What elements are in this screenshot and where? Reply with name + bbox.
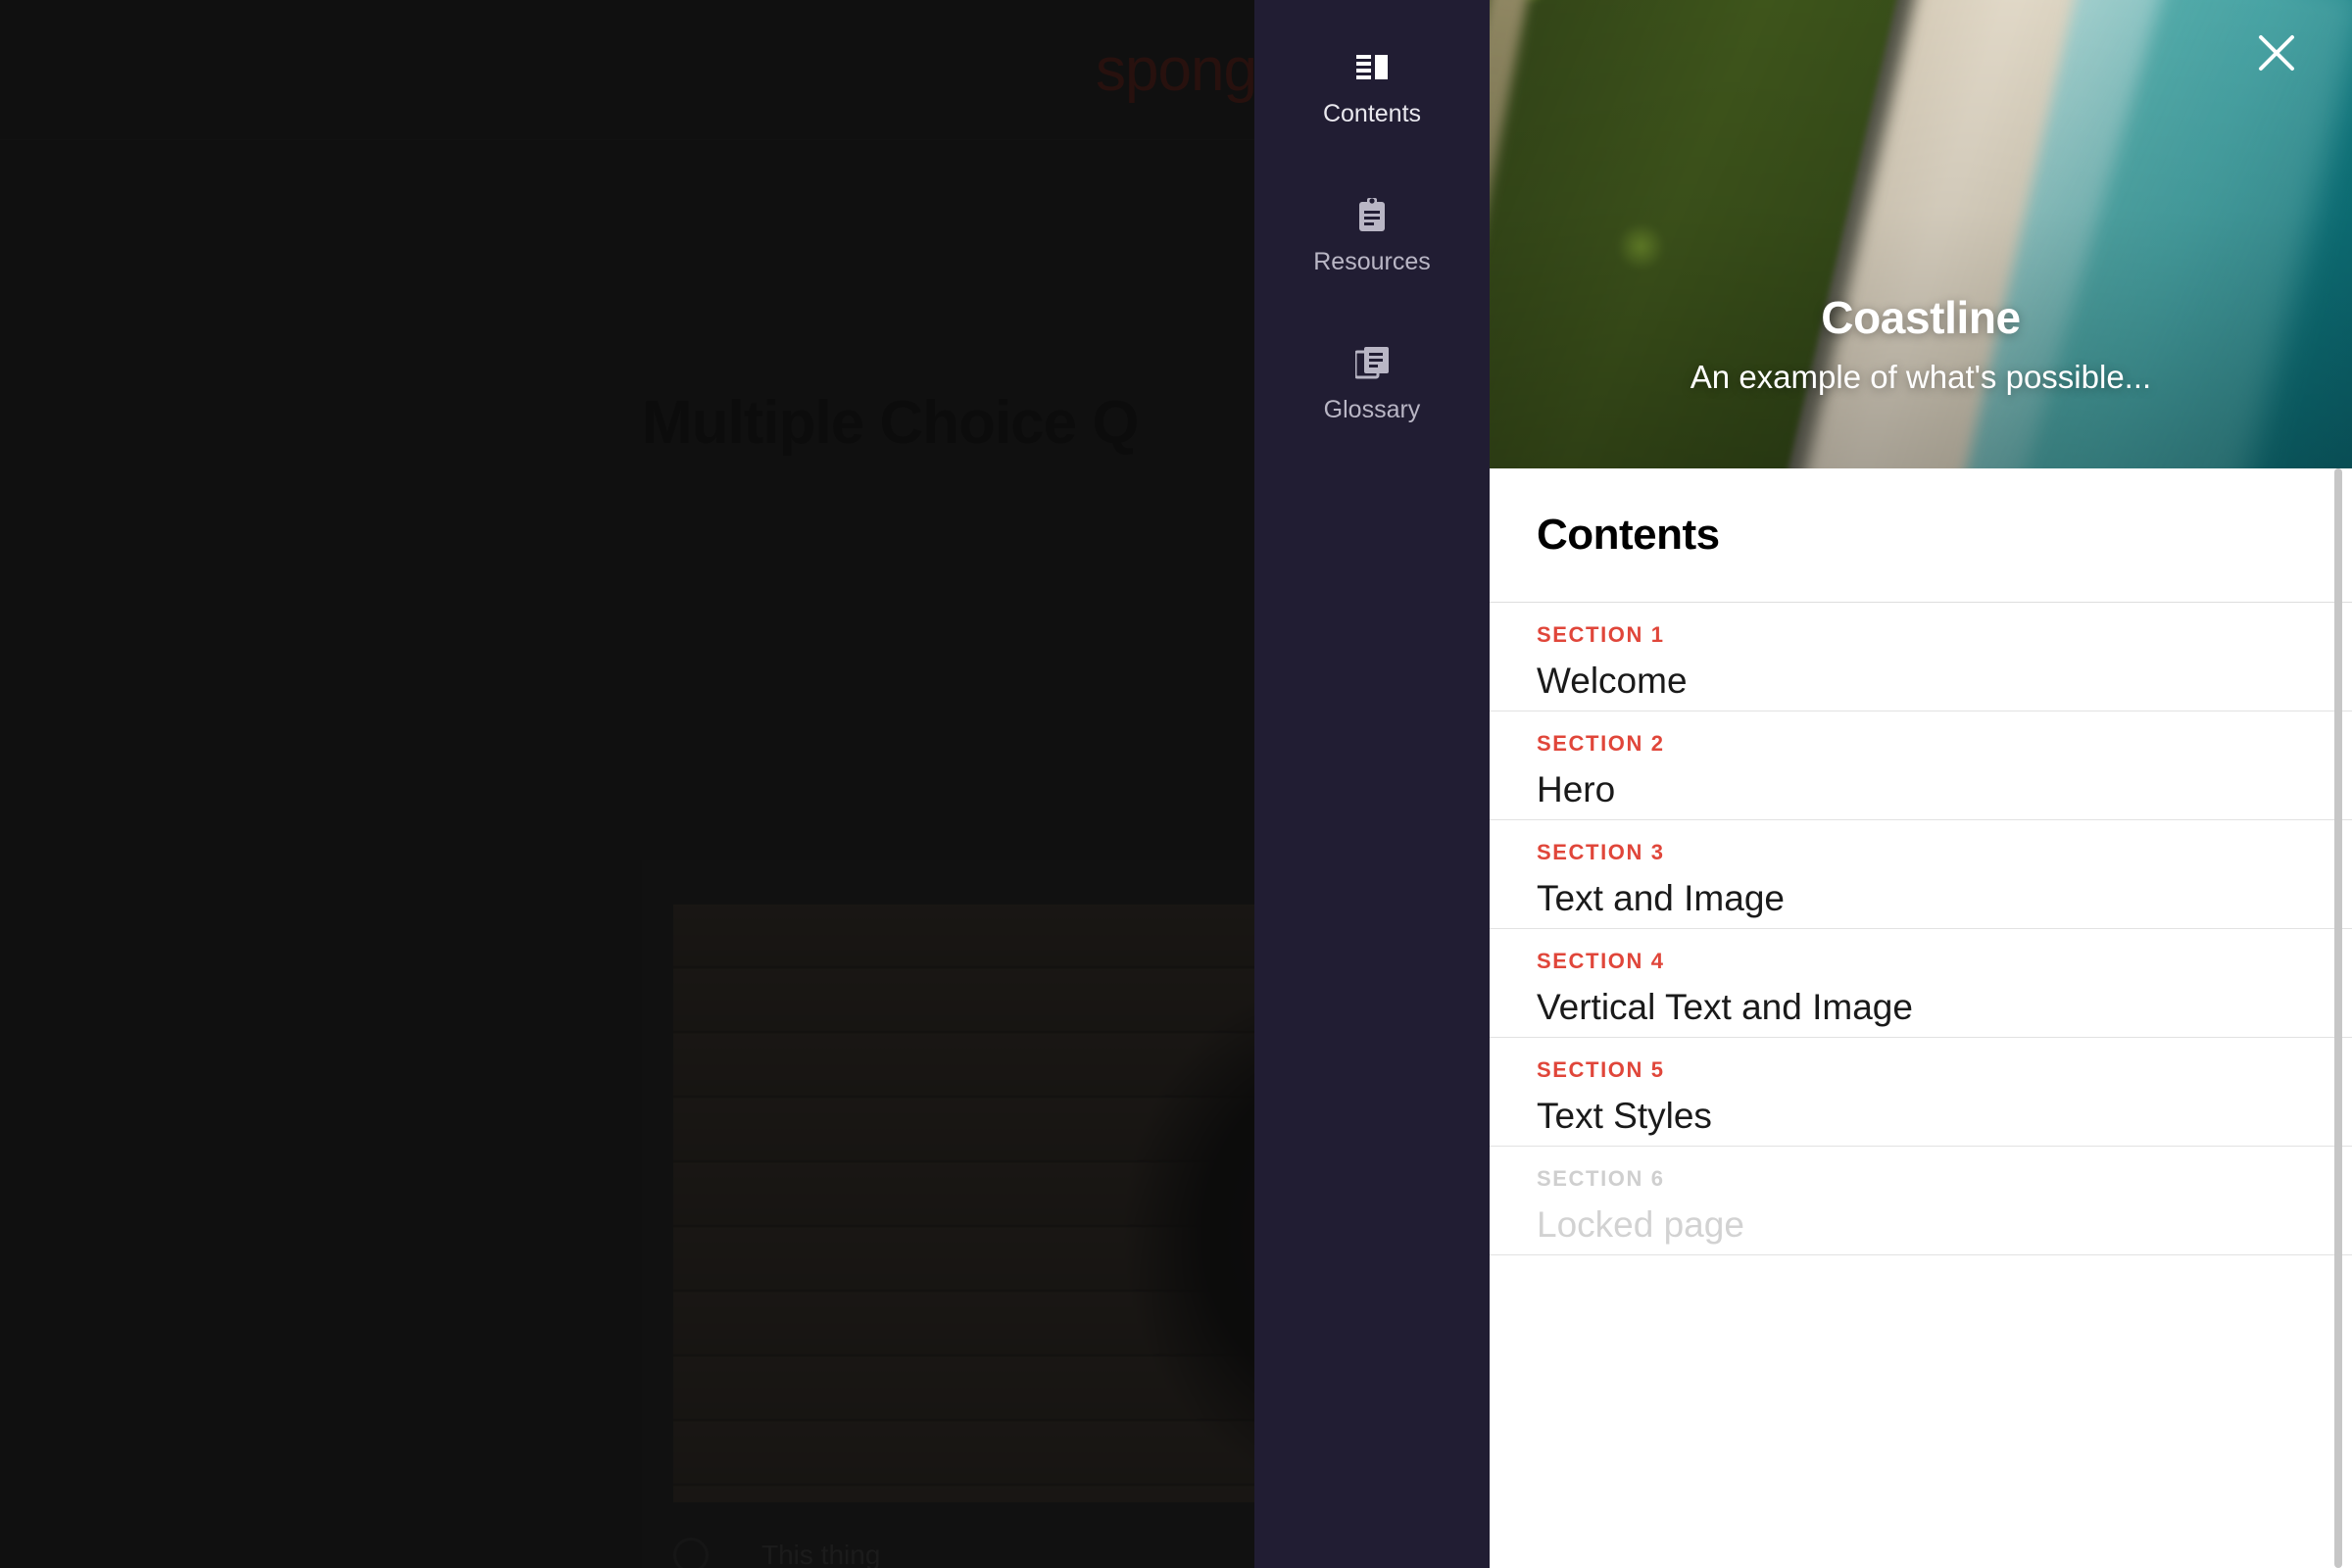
toc-row-section-1[interactable]: SECTION 1 Welcome (1490, 603, 2352, 711)
rail-item-label-contents: Contents (1322, 100, 1422, 127)
toc-kicker: SECTION 4 (1537, 949, 1665, 973)
toc-title: Text and Image (1537, 878, 1785, 918)
panel-scrollbar-thumb[interactable] (2334, 468, 2342, 1568)
toc-kicker: SECTION 5 (1537, 1057, 1665, 1082)
panel-hero: Coastline An example of what's possible.… (1490, 0, 2352, 468)
panel-scrollbar[interactable] (2334, 468, 2342, 1568)
rail-item-label-resources: Resources (1313, 248, 1431, 275)
rail-item-contents[interactable]: Contents (1254, 31, 1490, 136)
hero-subtitle: An example of what's possible... (1690, 359, 2152, 395)
toc-row-section-4[interactable]: SECTION 4 Vertical Text and Image (1490, 929, 2352, 1038)
toc-row-section-3[interactable]: SECTION 3 Text and Image (1490, 820, 2352, 929)
clipboard-icon (1357, 193, 1387, 238)
toc-row-section-6: SECTION 6 Locked page (1490, 1147, 2352, 1255)
close-panel-button[interactable] (2248, 26, 2305, 83)
close-x-icon (2256, 32, 2297, 78)
toc-kicker: SECTION 3 (1537, 840, 1665, 864)
hero-text-block: Coastline An example of what's possible.… (1490, 293, 2352, 396)
hero-title: Coastline (1821, 292, 2021, 344)
toc-title: Hero (1537, 769, 1616, 809)
toc-kicker: SECTION 6 (1537, 1166, 1665, 1191)
overlay-icon-rail: Contents Resources Glossary (1254, 0, 1490, 1568)
toc-title: Vertical Text and Image (1537, 987, 1913, 1027)
rail-item-resources[interactable]: Resources (1254, 179, 1490, 284)
toc-row-section-2[interactable]: SECTION 2 Hero (1490, 711, 2352, 820)
panel-heading: Contents (1490, 468, 2352, 603)
rail-item-glossary[interactable]: Glossary (1254, 327, 1490, 432)
toc-kicker: SECTION 1 (1537, 622, 1665, 647)
toc-title: Welcome (1537, 661, 1688, 701)
panel-heading-text: Contents (1537, 511, 1720, 559)
rail-item-label-glossary: Glossary (1323, 396, 1421, 423)
hero-overlay-gradient (1490, 0, 2352, 468)
toc-title: Text Styles (1537, 1096, 1712, 1136)
toc-row-section-5[interactable]: SECTION 5 Text Styles (1490, 1038, 2352, 1147)
stacked-documents-icon (1355, 341, 1389, 386)
table-of-contents-list: SECTION 1 Welcome SECTION 2 Hero SECTION… (1490, 603, 2352, 1255)
app-root: spong Multiple Choice Q Which should you… (0, 0, 2352, 1568)
coastline-photo (1490, 0, 2352, 468)
toc-kicker: SECTION 2 (1537, 731, 1665, 756)
toc-title: Locked page (1537, 1204, 1744, 1245)
contents-panel: Coastline An example of what's possible.… (1490, 0, 2352, 1568)
contents-layout-icon (1356, 45, 1388, 90)
